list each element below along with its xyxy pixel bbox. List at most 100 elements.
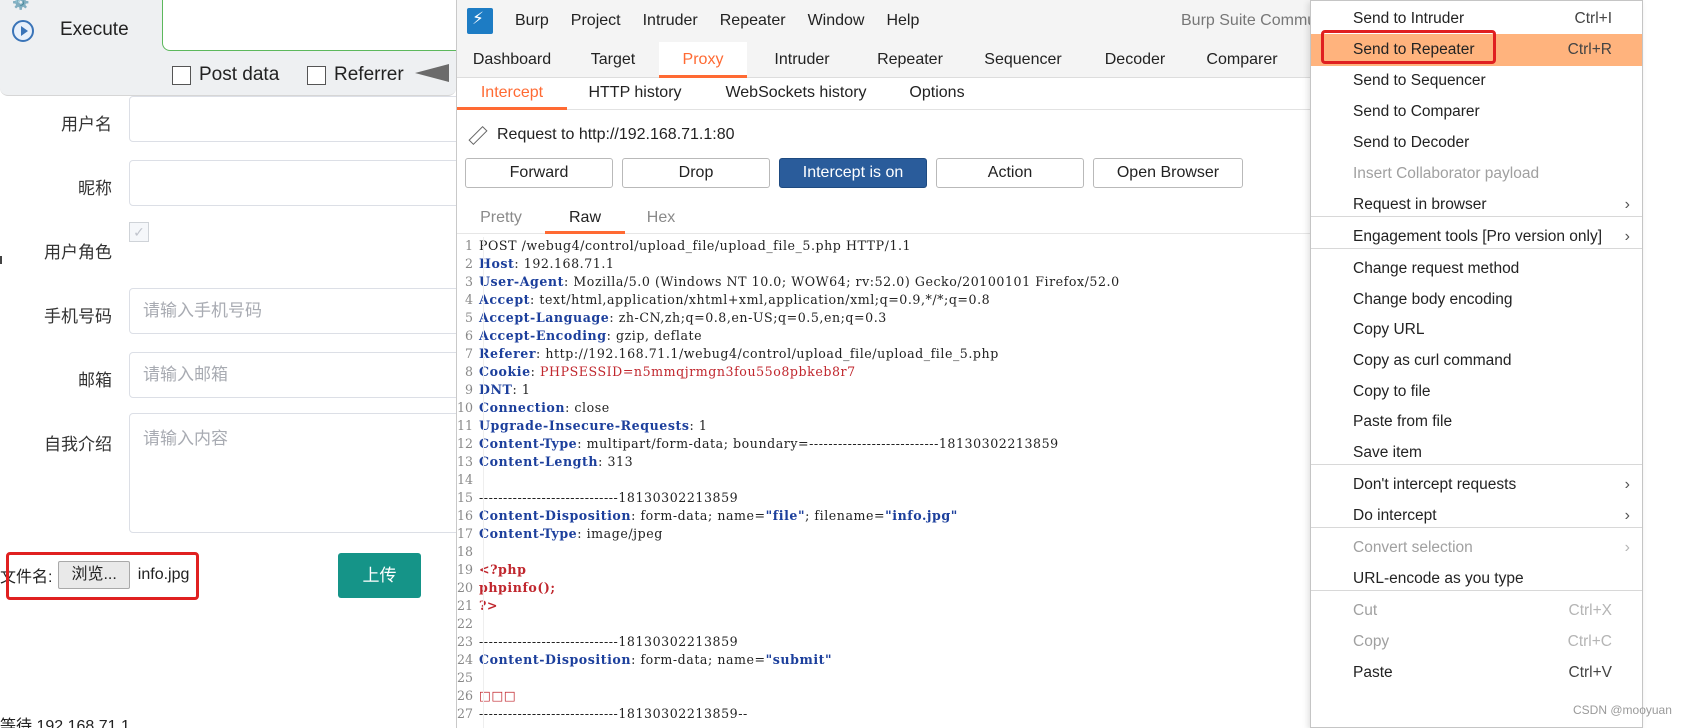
menu-item-change-body-encoding[interactable]: Change body encoding	[1311, 284, 1642, 316]
line-number: 27	[457, 706, 474, 721]
tab-proxy[interactable]: Proxy	[659, 42, 747, 78]
menu-item-send-to-sequencer[interactable]: Send to Sequencer	[1311, 65, 1642, 97]
upload-button[interactable]: 上传	[338, 553, 421, 598]
menu-help[interactable]: Help	[886, 12, 919, 30]
tab-raw[interactable]: Raw	[545, 206, 625, 234]
email-input[interactable]: 请输入邮箱	[129, 352, 456, 398]
menu-item-save-item[interactable]: Save item	[1311, 437, 1642, 469]
tab-websockets-history[interactable]: WebSockets history	[703, 78, 889, 110]
code-token: :	[530, 364, 541, 379]
line-number: 17	[457, 526, 474, 541]
menu-item-do-intercept[interactable]: Do intercept ›	[1311, 500, 1642, 532]
menu-shortcut: Ctrl+R	[1567, 41, 1612, 58]
browser-status-bar: 等待 192.168.71.1...	[0, 718, 144, 728]
line-number: 22	[457, 616, 474, 631]
menu-item-paste-from-file[interactable]: Paste from file	[1311, 406, 1642, 438]
phone-input[interactable]: 请输入手机号码	[129, 288, 456, 334]
checkbox-box[interactable]	[172, 65, 191, 85]
menu-item-send-to-comparer[interactable]: Send to Comparer	[1311, 96, 1642, 128]
line-code: Referer: http://192.168.71.1/webug4/cont…	[479, 345, 999, 363]
line-code: ?>	[479, 597, 498, 615]
line-number: 23	[457, 634, 474, 649]
action-button[interactable]: Action	[936, 158, 1084, 188]
open-browser-button[interactable]: Open Browser	[1093, 158, 1243, 188]
line-code: Accept-Language: zh-CN,zh;q=0.8,en-US;q=…	[479, 309, 887, 327]
menu-item-copy-url[interactable]: Copy URL	[1311, 314, 1642, 346]
code-token: : close	[565, 400, 610, 415]
message-view-tabs: Pretty Raw Hex	[457, 206, 1316, 234]
menu-item-label: Copy URL	[1353, 321, 1425, 338]
referrer-checkbox[interactable]: Referrer	[307, 64, 404, 86]
tab-comparer[interactable]: Comparer	[1187, 42, 1297, 78]
tab-target[interactable]: Target	[567, 42, 659, 78]
hackbar-url-input[interactable]	[162, 0, 456, 51]
menu-item-send-to-decoder[interactable]: Send to Decoder	[1311, 127, 1642, 159]
request-editor[interactable]: 1 POST /webug4/control/upload_file/upload…	[457, 237, 1316, 728]
tab-decoder[interactable]: Decoder	[1083, 42, 1187, 78]
menu-item-url-encode-as-you-type[interactable]: URL-encode as you type	[1311, 563, 1642, 595]
tab-intruder[interactable]: Intruder	[747, 42, 857, 78]
code-token: Referer	[479, 346, 537, 361]
role-checkbox[interactable]: ✓	[129, 222, 149, 242]
execute-icon[interactable]	[12, 20, 34, 42]
line-number: 18	[457, 544, 474, 559]
menu-item-label: Save item	[1353, 444, 1422, 461]
menu-shortcut: Ctrl+C	[1567, 633, 1612, 650]
pencil-icon[interactable]	[465, 124, 487, 146]
menu-item-engagement-tools[interactable]: Engagement tools [Pro version only] ›	[1311, 221, 1642, 253]
line-code: <?php	[479, 561, 526, 579]
menu-intruder[interactable]: Intruder	[643, 12, 698, 30]
line-number: 4	[464, 292, 473, 307]
tab-pretty[interactable]: Pretty	[457, 206, 545, 234]
intro-textarea[interactable]: 请输入内容	[129, 413, 456, 533]
execute-button[interactable]: Execute	[60, 19, 129, 41]
menu-item-copy-to-file[interactable]: Copy to file	[1311, 376, 1642, 408]
forward-button[interactable]: Forward	[465, 158, 613, 188]
nickname-input[interactable]	[129, 160, 456, 206]
drop-button[interactable]: Drop	[622, 158, 770, 188]
line-number: 26	[457, 688, 474, 703]
tab-dashboard[interactable]: Dashboard	[457, 42, 567, 78]
request-target: Request to http://192.168.71.1:80	[465, 124, 735, 146]
code-token: : 1	[512, 382, 531, 397]
menu-item-request-in-browser[interactable]: Request in browser ›	[1311, 189, 1642, 221]
menu-item-paste[interactable]: Paste Ctrl+V	[1311, 657, 1642, 689]
chevron-right-icon: ›	[1624, 476, 1630, 493]
menu-repeater[interactable]: Repeater	[720, 12, 786, 30]
web-page: ⚙️ Execute Post data Referrer 用户名 昵称 用户角…	[0, 0, 456, 728]
request-line: 19 <?php	[457, 561, 1316, 579]
code-token: : form-data; name=	[631, 508, 766, 523]
code-token: phpinfo();	[479, 580, 556, 595]
line-code: □□□	[479, 687, 516, 705]
request-line: 7 Referer: http://192.168.71.1/webug4/con…	[457, 345, 1316, 363]
watermark: CSDN @mooyuan	[1573, 703, 1672, 717]
line-code: Accept-Encoding: gzip, deflate	[479, 327, 702, 345]
menu-item-label: Convert selection	[1353, 539, 1473, 556]
menu-item-dont-intercept-requests[interactable]: Don't intercept requests ›	[1311, 469, 1642, 501]
code-token: Content-Length	[479, 454, 599, 469]
tab-intercept[interactable]: Intercept	[457, 78, 567, 110]
burp-menubar: Burp Project Intruder Repeater Window He…	[457, 0, 1316, 42]
arrow-left-icon[interactable]	[415, 64, 449, 82]
tab-repeater[interactable]: Repeater	[857, 42, 963, 78]
menu-burp[interactable]: Burp	[515, 12, 549, 30]
menu-project[interactable]: Project	[571, 12, 621, 30]
tab-sequencer[interactable]: Sequencer	[963, 42, 1083, 78]
menu-window[interactable]: Window	[808, 12, 865, 30]
line-number: 10	[457, 400, 474, 415]
line-code: Content-Length: 313	[479, 453, 633, 471]
menu-item-copy-as-curl-command[interactable]: Copy as curl command	[1311, 345, 1642, 377]
intercept-toggle-button[interactable]: Intercept is on	[779, 158, 927, 188]
menu-item-change-request-method[interactable]: Change request method	[1311, 253, 1642, 285]
code-token: : http://192.168.71.1/webug4/control/upl…	[536, 346, 999, 361]
request-line: 16 Content-Disposition: form-data; name="…	[457, 507, 1316, 525]
post-data-checkbox[interactable]: Post data	[172, 64, 279, 86]
checkbox-box[interactable]	[307, 65, 326, 85]
line-code: Content-Disposition: form-data; name="su…	[479, 651, 832, 669]
tab-options[interactable]: Options	[889, 78, 985, 110]
username-input[interactable]	[129, 96, 456, 142]
line-code: phpinfo();	[479, 579, 556, 597]
tab-hex[interactable]: Hex	[625, 206, 697, 234]
tab-http-history[interactable]: HTTP history	[567, 78, 703, 110]
line-number: 13	[457, 454, 474, 469]
